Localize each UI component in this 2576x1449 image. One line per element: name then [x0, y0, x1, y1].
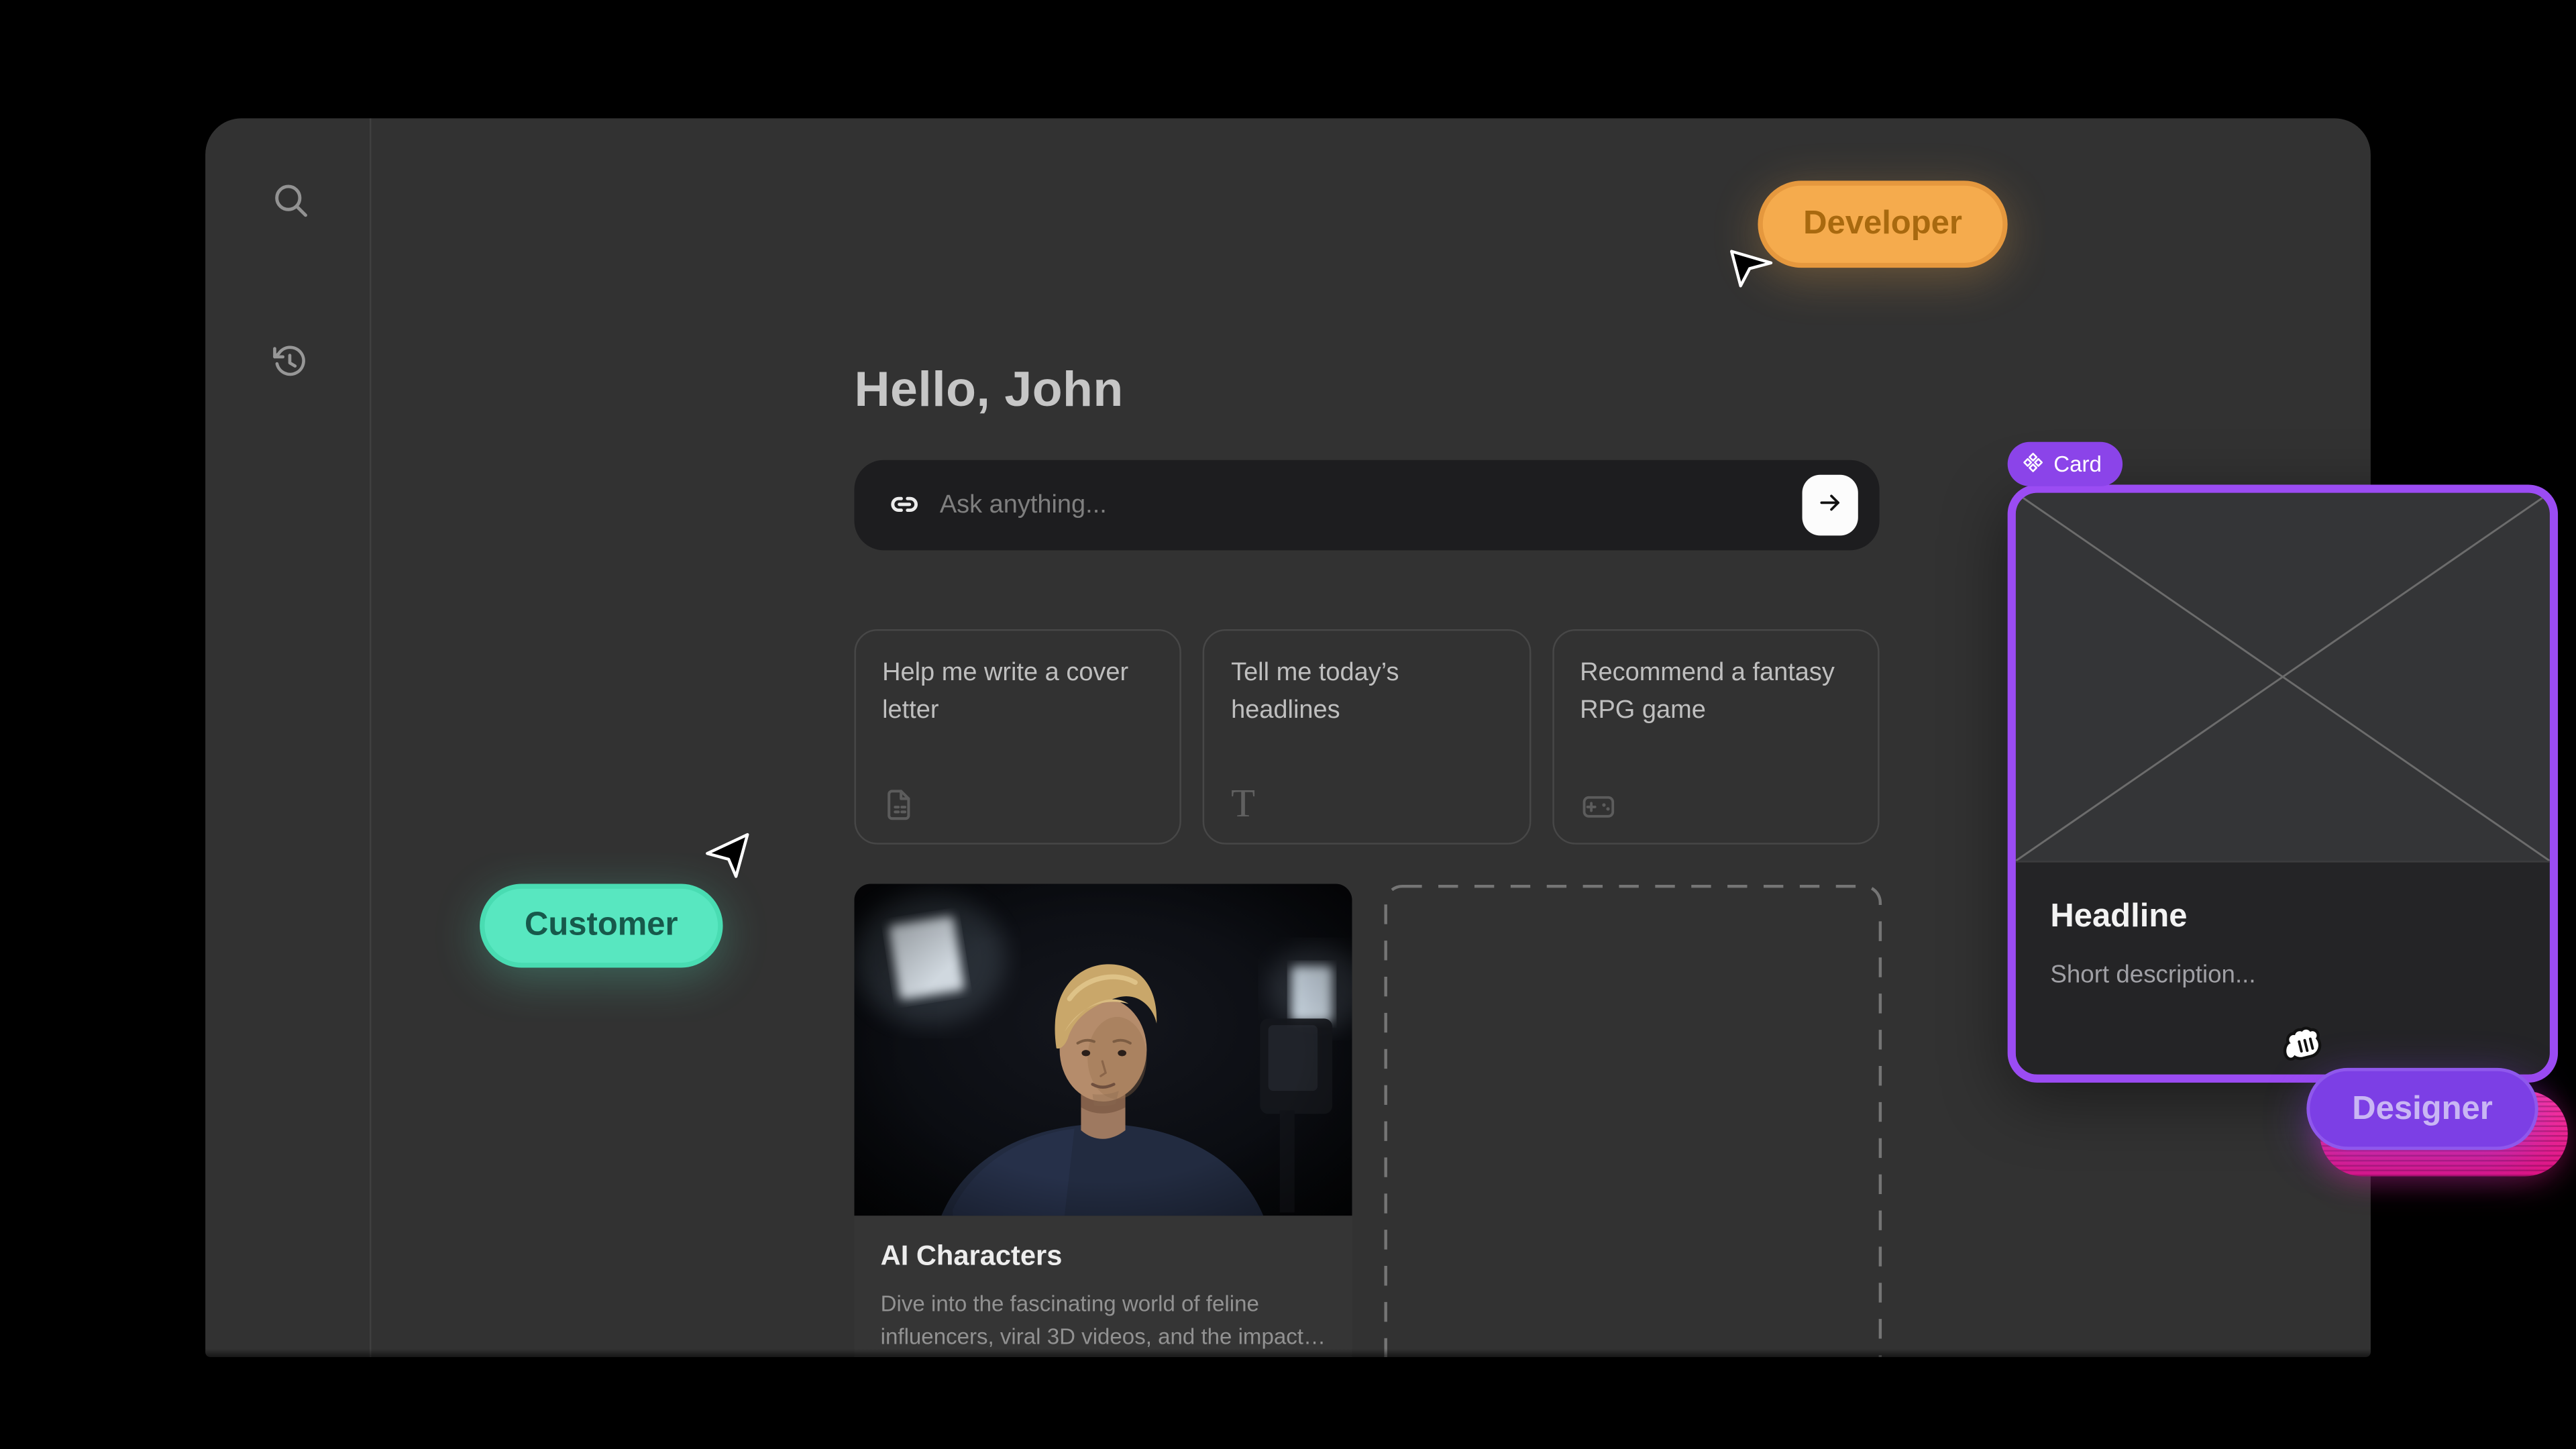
suggestion-row: Help me write a cover letter Tell me tod…	[854, 629, 1879, 845]
designer-collaborator-pill: Designer	[2306, 1068, 2538, 1150]
component-description: Short description...	[2050, 961, 2515, 989]
ai-card-body: AI Characters Dive into the fascinating …	[854, 1216, 1352, 1357]
content-row: AI Characters Dive into the fascinating …	[854, 884, 1882, 1357]
link-icon	[885, 486, 923, 524]
designer-pill-label: Designer	[2352, 1090, 2493, 1128]
canvas: Hello, John	[0, 0, 2576, 1449]
suggestion-label: Tell me today’s headlines	[1231, 659, 1399, 724]
gamepad-icon	[1580, 787, 1616, 823]
search-icon	[271, 199, 311, 227]
suggestion-label: Recommend a fantasy RPG game	[1580, 659, 1835, 724]
component-tag-label: Card	[2053, 451, 2102, 476]
search-button[interactable]	[271, 180, 311, 220]
component-headline: Headline	[2050, 899, 2515, 936]
developer-pill-label: Developer	[1803, 205, 1962, 243]
ai-card-description: Dive into the fascinating world of felin…	[881, 1288, 1326, 1354]
history-icon	[270, 360, 309, 388]
ai-card-title: AI Characters	[881, 1240, 1326, 1273]
history-button[interactable]	[270, 341, 309, 381]
customer-cursor	[703, 831, 751, 879]
component-card[interactable]: Headline Short description...	[2008, 484, 2558, 1082]
ask-input[interactable]	[940, 460, 1663, 551]
submit-button[interactable]	[1803, 475, 1858, 536]
customer-collaborator-pill: Customer	[480, 884, 722, 968]
placeholder-cross-icon	[2016, 493, 2550, 861]
component-tag[interactable]: Card	[2008, 442, 2123, 486]
ai-characters-photo	[854, 884, 1352, 1216]
dashed-border	[1383, 884, 1882, 1357]
customer-pill-label: Customer	[525, 907, 678, 945]
suggestion-card-cover-letter[interactable]: Help me write a cover letter	[854, 629, 1181, 845]
ai-characters-card[interactable]: AI Characters Dive into the fascinating …	[854, 884, 1352, 1357]
sidebar-divider	[370, 118, 371, 1357]
developer-cursor	[1728, 245, 1774, 291]
ask-bar	[854, 460, 1879, 551]
main-content: Hello, John	[854, 118, 1879, 1357]
text-style-icon: T	[1231, 787, 1267, 823]
image-placeholder	[2016, 493, 2550, 863]
arrow-right-icon	[1815, 488, 1845, 522]
page-title: Hello, John	[854, 362, 1123, 421]
suggestion-card-headlines[interactable]: Tell me today’s headlines T	[1203, 629, 1530, 845]
sidebar	[205, 118, 370, 1357]
component-icon	[2023, 451, 2044, 477]
suggestion-label: Help me write a cover letter	[882, 659, 1128, 724]
suggestion-card-rpg-game[interactable]: Recommend a fantasy RPG game	[1552, 629, 1879, 845]
developer-collaborator-pill: Developer	[1758, 180, 2007, 268]
document-icon	[882, 787, 918, 823]
grab-hand-cursor	[2277, 1018, 2329, 1071]
placeholder-drop-card[interactable]	[1383, 884, 1882, 1357]
